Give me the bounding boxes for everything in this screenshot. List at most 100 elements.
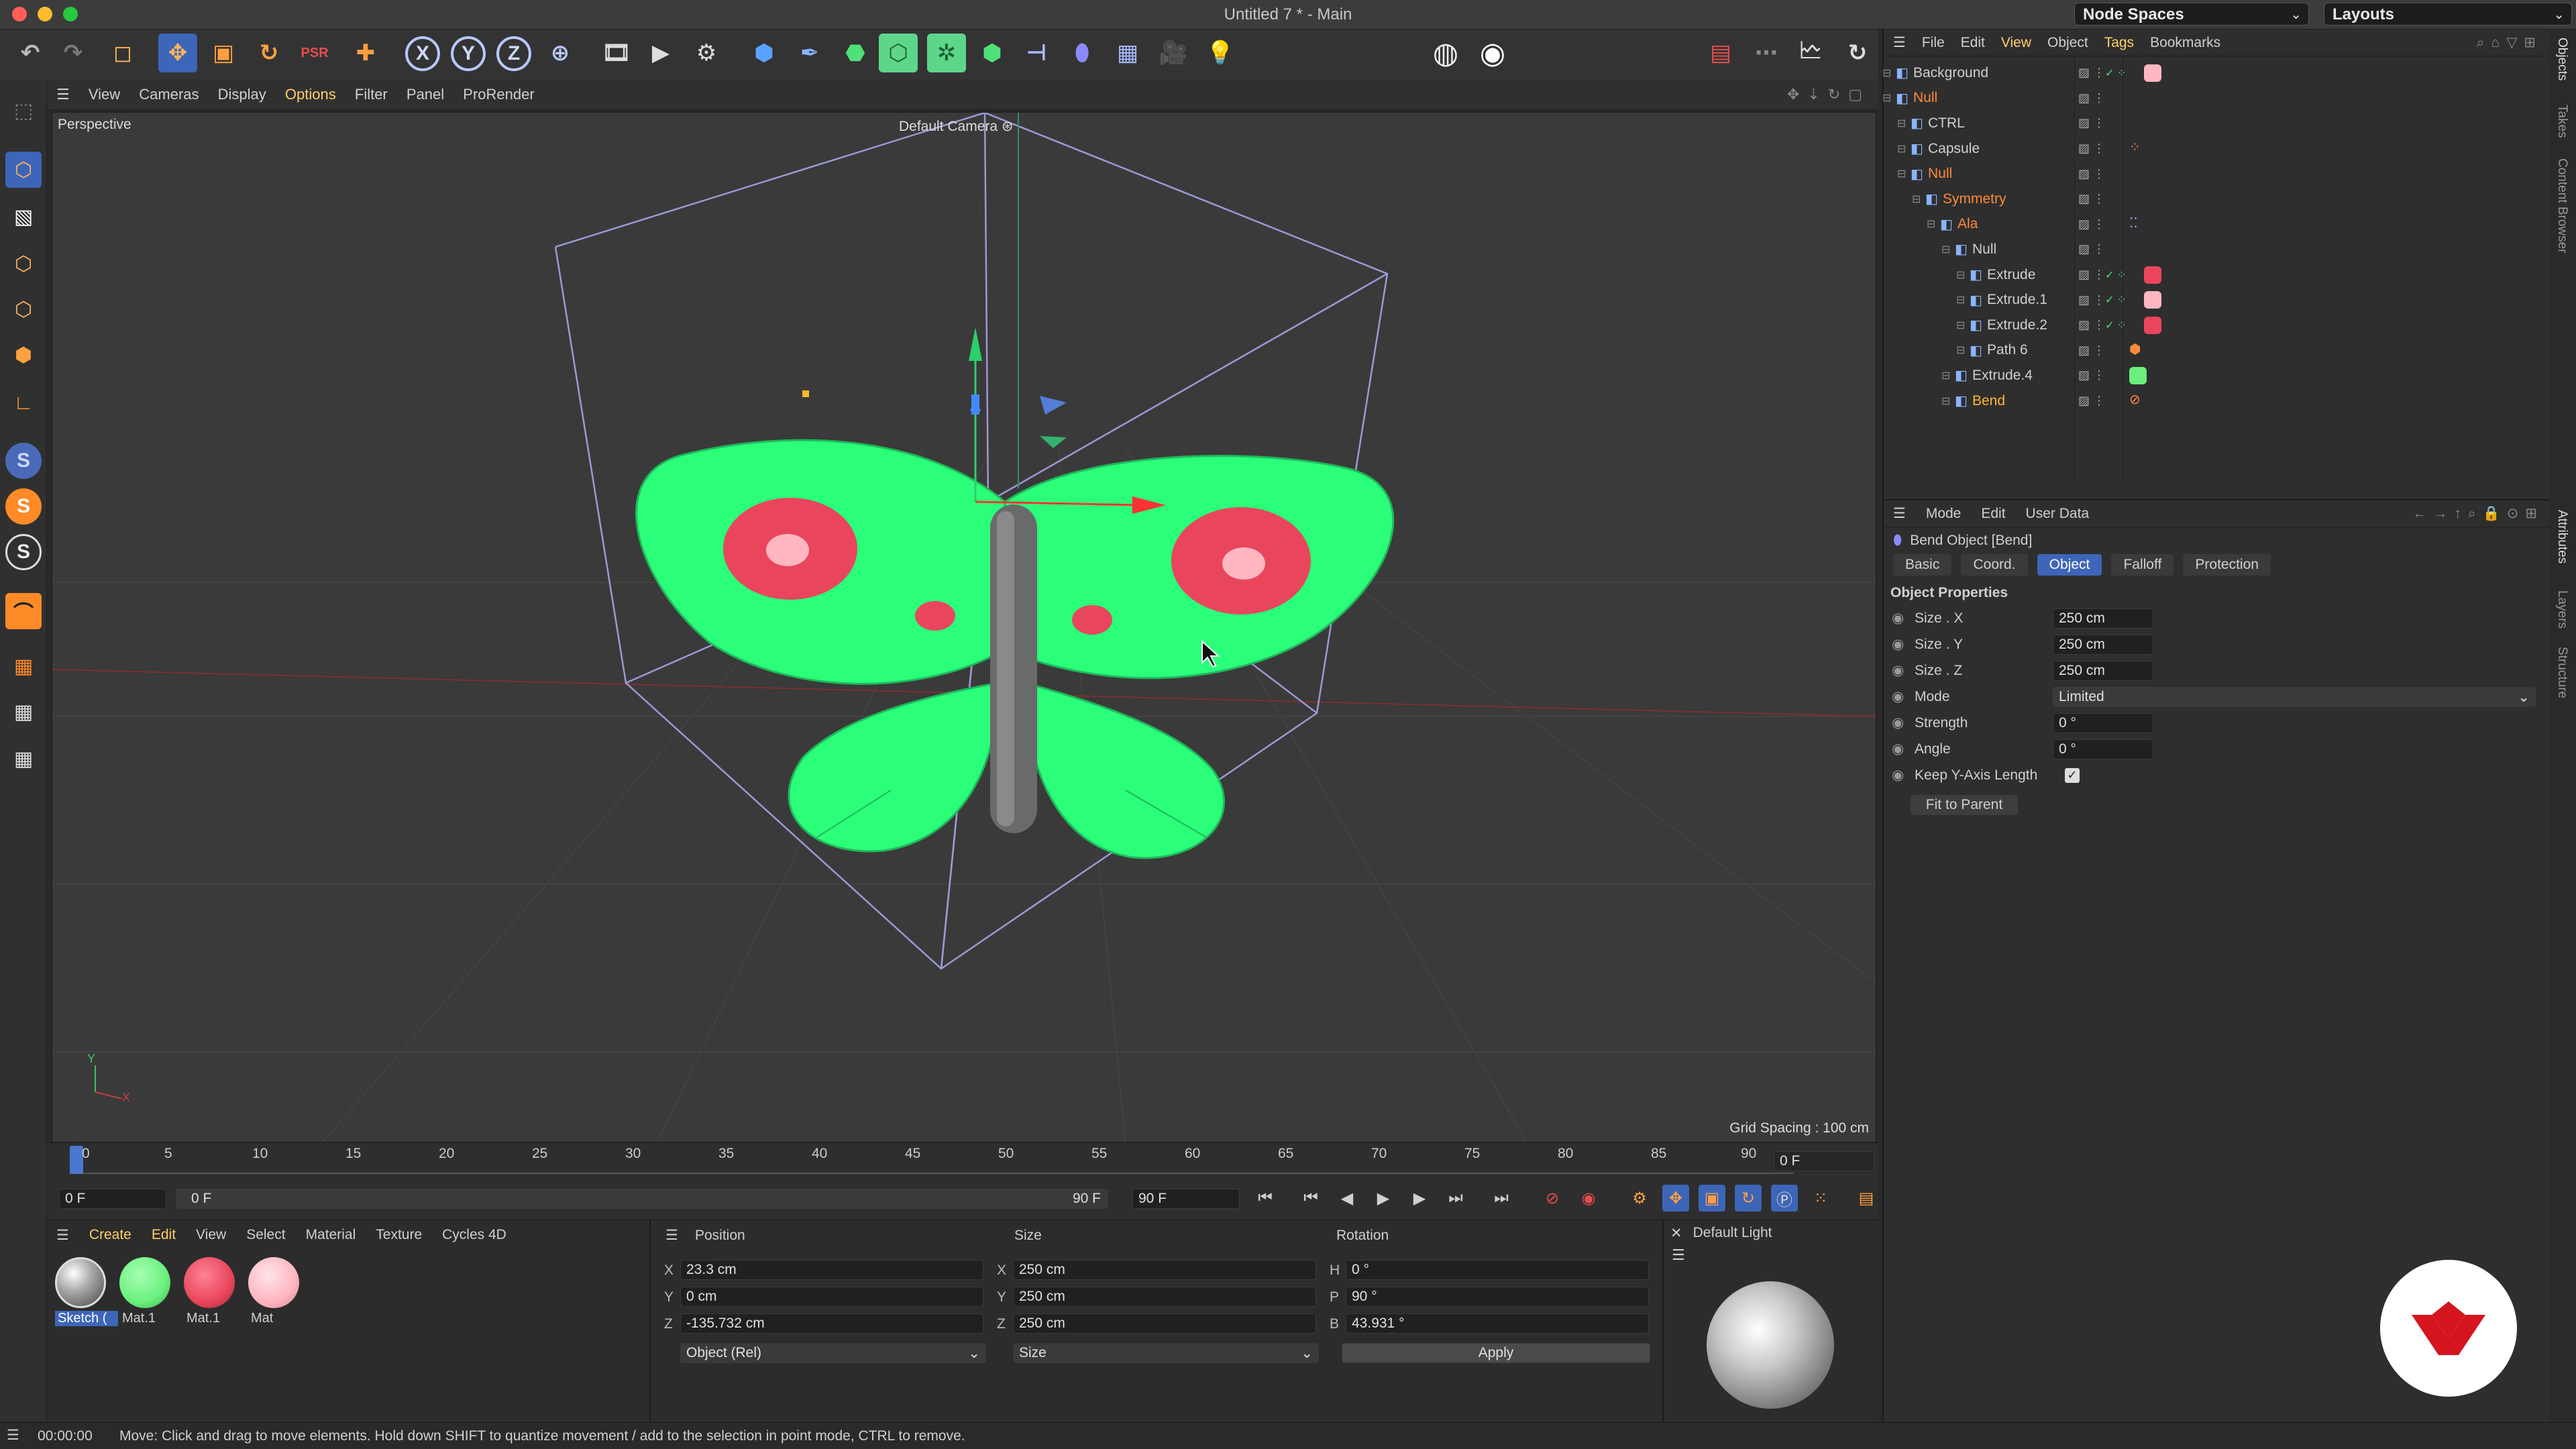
- object-name[interactable]: Null: [1913, 90, 1937, 106]
- strength-input[interactable]: 0 °: [2053, 712, 2153, 733]
- array-icon[interactable]: ✲: [927, 34, 966, 72]
- render-view-icon[interactable]: ▶: [641, 34, 680, 72]
- size-mode-select[interactable]: Size ⌄: [1013, 1343, 1319, 1363]
- live-selection-icon[interactable]: ◻: [103, 34, 142, 72]
- phong-tag-icon[interactable]: ✓ ⁘: [2105, 66, 2126, 80]
- snap-settings-icon[interactable]: S: [5, 534, 42, 570]
- object-tag-icon[interactable]: [2144, 64, 2161, 82]
- key-pla-icon[interactable]: ⁙: [1807, 1185, 1834, 1212]
- phong-tag-icon[interactable]: ✓ ⁘: [2105, 268, 2126, 282]
- expand-toggle-icon[interactable]: ⊟: [1897, 167, 1906, 180]
- next-key-icon[interactable]: ⏭: [1442, 1185, 1469, 1212]
- object-row[interactable]: ⊟ ◧ Extrude.4 ▨ ⋮: [1884, 363, 2553, 388]
- key-position-icon[interactable]: ✥: [1662, 1185, 1689, 1212]
- object-row[interactable]: ⊟ ◧ Extrude.1 ▨ ⋮ ✓ ⁘: [1884, 287, 2553, 313]
- visibility-toggle-icon[interactable]: ▨ ⋮: [2078, 318, 2105, 332]
- om-menu-bookmarks[interactable]: Bookmarks: [2150, 35, 2220, 51]
- side-tab-objects[interactable]: Objects: [2555, 38, 2569, 80]
- layouts-dropdown[interactable]: Layouts ⌄: [2324, 3, 2572, 25]
- viewport-menu-filter[interactable]: Filter: [355, 86, 388, 103]
- tab-protection[interactable]: Protection: [2183, 554, 2271, 576]
- tab-falloff[interactable]: Falloff: [2111, 554, 2174, 576]
- viewport-nav-icons[interactable]: ✥⇣↻▢: [1787, 86, 1870, 103]
- close-icon[interactable]: ✕: [1670, 1225, 1682, 1242]
- play-icon[interactable]: ▶: [1370, 1185, 1397, 1212]
- om-toolbar-icons[interactable]: ⌕⌂▽⊞: [2477, 34, 2542, 51]
- hamburger-icon[interactable]: ☰: [1893, 34, 1906, 51]
- object-row[interactable]: ⊟ ◧ Bend ▨ ⋮ ⊘: [1884, 388, 2553, 414]
- om-menu-object[interactable]: Object: [2047, 35, 2088, 51]
- visibility-toggle-icon[interactable]: ▨ ⋮: [2078, 142, 2105, 156]
- render-settings-icon[interactable]: ⚙: [687, 34, 726, 72]
- key-param-icon[interactable]: Ⓟ: [1771, 1185, 1798, 1212]
- workplane-icon[interactable]: ▦: [5, 648, 42, 684]
- material-menu-material[interactable]: Material: [306, 1227, 356, 1243]
- viewport-menu-cameras[interactable]: Cameras: [139, 86, 199, 103]
- object-tag-icon[interactable]: ⬢: [2129, 341, 2141, 358]
- axis-mode-icon[interactable]: ∟: [5, 385, 42, 421]
- object-row[interactable]: ⊟ ◧ Symmetry ▨ ⋮: [1884, 186, 2553, 212]
- go-to-start-icon[interactable]: ⏮: [1252, 1185, 1279, 1212]
- layout-icon[interactable]: ▤: [1701, 34, 1740, 72]
- object-row[interactable]: ⊟ ◧ Null ▨ ⋮: [1884, 237, 2553, 262]
- point-mode-icon[interactable]: ⬡: [5, 246, 42, 282]
- viewport-menu-view[interactable]: View: [89, 86, 120, 103]
- size-x-input[interactable]: 250 cm: [2053, 608, 2153, 629]
- object-row[interactable]: ⊟ ◧ Null ▨ ⋮: [1882, 86, 2553, 111]
- keyframe-selection-icon[interactable]: ⚙: [1626, 1185, 1653, 1212]
- object-row[interactable]: ⊟ ◧ Null ▨ ⋮: [1884, 161, 2553, 186]
- attr-menu-mode[interactable]: Mode: [1926, 506, 1962, 522]
- side-tab-structure[interactable]: Structure: [2555, 647, 2569, 698]
- locked-workplane-icon[interactable]: ▦: [5, 741, 42, 777]
- bend-icon[interactable]: ⬮: [1063, 34, 1102, 72]
- expand-toggle-icon[interactable]: ⊟: [1882, 66, 1891, 80]
- viewport-perspective[interactable]: Perspective Default Camera ⊛ Y X Grid Sp…: [51, 111, 1877, 1143]
- subdivision-icon[interactable]: ⬣: [836, 34, 875, 72]
- material-menu-texture[interactable]: Texture: [376, 1227, 422, 1243]
- object-tag-icon[interactable]: [2129, 367, 2147, 385]
- animate-dot-icon[interactable]: ◉: [1892, 767, 1915, 784]
- prorender-icon[interactable]: ◍: [1426, 34, 1465, 72]
- expand-toggle-icon[interactable]: ⊟: [1927, 217, 1935, 231]
- expand-toggle-icon[interactable]: ⊟: [1941, 243, 1950, 256]
- expand-toggle-icon[interactable]: ⊟: [1956, 268, 1965, 282]
- expand-toggle-icon[interactable]: ⊟: [1882, 91, 1891, 105]
- material-item[interactable]: Sketch (: [55, 1257, 118, 1331]
- record-keyframe-icon[interactable]: ⊘: [1539, 1185, 1566, 1212]
- size-y-field[interactable]: 250 cm: [1013, 1287, 1316, 1307]
- snap-icon[interactable]: S: [5, 443, 42, 479]
- snap-enable-icon[interactable]: S: [5, 488, 42, 525]
- coordinate-mode-select[interactable]: Object (Rel) ⌄: [680, 1343, 986, 1363]
- keep-y-checkbox[interactable]: ✓: [2065, 767, 2080, 783]
- material-menu-create[interactable]: Create: [89, 1227, 131, 1243]
- apply-button[interactable]: Apply: [1342, 1343, 1650, 1363]
- rotation-h-field[interactable]: 0 °: [1346, 1260, 1649, 1280]
- om-menu-file[interactable]: File: [1922, 35, 1945, 51]
- material-menu-view[interactable]: View: [196, 1227, 226, 1243]
- expand-toggle-icon[interactable]: ⊟: [1956, 319, 1965, 332]
- position-y-field[interactable]: 0 cm: [680, 1287, 983, 1307]
- animate-dot-icon[interactable]: ◉: [1892, 741, 1915, 757]
- hamburger-icon[interactable]: ☰: [1893, 505, 1906, 522]
- om-menu-view[interactable]: View: [2001, 35, 2031, 51]
- animate-dot-icon[interactable]: ◉: [1892, 636, 1915, 653]
- cube-icon[interactable]: ⬢: [745, 34, 784, 72]
- key-scale-icon[interactable]: ▣: [1699, 1185, 1725, 1212]
- expand-toggle-icon[interactable]: ⊟: [1941, 394, 1950, 408]
- object-row[interactable]: ⊟ ◧ Ala ▨ ⋮ ⁚⁚: [1884, 212, 2553, 237]
- current-frame-field[interactable]: 0 F: [1774, 1151, 1874, 1171]
- material-menu-cycles[interactable]: Cycles 4D: [442, 1227, 506, 1243]
- object-name[interactable]: Extrude.2: [1987, 317, 2047, 333]
- hamburger-icon[interactable]: ☰: [56, 86, 70, 103]
- size-z-input[interactable]: 250 cm: [2053, 660, 2153, 681]
- visibility-toggle-icon[interactable]: ▨ ⋮: [2078, 268, 2105, 282]
- hamburger-icon[interactable]: ☰: [56, 1227, 69, 1244]
- expand-toggle-icon[interactable]: ⊟: [1941, 369, 1950, 382]
- visibility-toggle-icon[interactable]: ▨ ⋮: [2078, 242, 2105, 256]
- visibility-toggle-icon[interactable]: ▨ ⋮: [2078, 343, 2105, 358]
- visibility-toggle-icon[interactable]: ▨ ⋮: [2078, 394, 2105, 408]
- object-name[interactable]: CTRL: [1928, 115, 1965, 131]
- visibility-toggle-icon[interactable]: ▨ ⋮: [2078, 368, 2105, 382]
- key-rotation-icon[interactable]: ↻: [1735, 1185, 1762, 1212]
- floor-icon[interactable]: ▦: [1108, 34, 1147, 72]
